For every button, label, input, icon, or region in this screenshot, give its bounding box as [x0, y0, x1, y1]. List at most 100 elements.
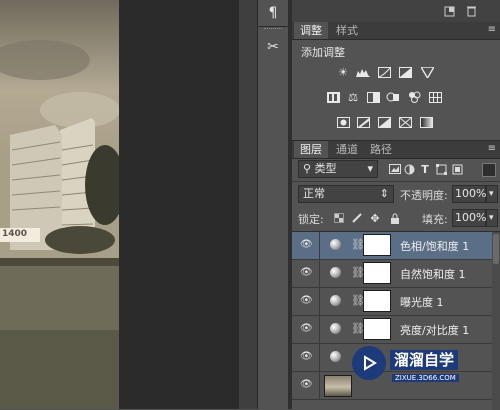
visibility-toggle[interactable]: 👁	[292, 232, 320, 259]
color-balance-icon[interactable]: ⚖	[346, 91, 360, 104]
layers-menu-icon[interactable]: ≡	[488, 143, 496, 154]
layer-name[interactable]: 色相/饱和度 1	[400, 238, 469, 254]
dock-grip[interactable]	[264, 28, 282, 32]
invert-icon[interactable]	[336, 116, 350, 128]
color-lookup-icon[interactable]	[428, 91, 442, 103]
lock-all-icon[interactable]	[388, 211, 402, 225]
fill-label: 填充:	[422, 213, 448, 226]
adjustments-tabbar: 调整 样式 ≡	[292, 22, 500, 40]
filter-type-icon[interactable]: T	[418, 162, 432, 176]
posterize-icon[interactable]	[356, 116, 370, 128]
tab-styles[interactable]: 样式	[330, 22, 364, 39]
filter-shape-icon[interactable]	[434, 162, 448, 176]
chevron-down-icon: ▾	[367, 162, 373, 175]
black-white-icon[interactable]	[366, 91, 380, 103]
scrollbar-thumb[interactable]	[493, 234, 499, 264]
exposure-icon[interactable]	[398, 66, 412, 78]
lock-move-icon[interactable]: ✥	[368, 211, 382, 225]
layer-mask-thumbnail[interactable]	[363, 234, 391, 256]
city-photo	[0, 0, 119, 409]
chevron-updown-icon: ⇕	[379, 187, 389, 200]
filter-smart-object-icon[interactable]	[450, 162, 464, 176]
visibility-toggle[interactable]: 👁	[292, 344, 320, 371]
opacity-label: 不透明度:	[400, 189, 448, 202]
layer-row[interactable]: 👁 ⛓ 自然饱和度 1	[292, 260, 492, 288]
adjustment-layer-icon	[330, 323, 341, 334]
layer-name[interactable]: 曝光度 1	[400, 294, 444, 310]
tab-layers[interactable]: 图层	[294, 141, 328, 158]
eye-icon: 👁	[300, 239, 313, 250]
adjustment-layer-icon	[330, 267, 341, 278]
tab-adjustments[interactable]: 调整	[294, 22, 328, 39]
adjustments-panel: 调整 样式 ≡ 添加调整 ☀ ⚖	[292, 22, 500, 137]
vibrance-icon[interactable]	[420, 66, 434, 78]
watermark-subtitle: ZIXUE.3D66.COM	[392, 374, 459, 382]
adjustment-layer-icon	[330, 239, 341, 250]
panel-dock-strip: ¶ ✂	[257, 0, 289, 409]
blend-mode-select[interactable]: 正常 ⇕	[298, 185, 394, 203]
watermark: 溜溜自学 ZIXUE.3D66.COM	[352, 344, 472, 392]
brightness-contrast-icon[interactable]: ☀	[336, 66, 350, 79]
curves-icon[interactable]	[377, 66, 391, 78]
gradient-map-icon[interactable]	[419, 116, 433, 128]
eye-icon: 👁	[300, 295, 313, 306]
watermark-title: 溜溜自学	[390, 350, 459, 370]
filter-toggle[interactable]	[482, 163, 496, 177]
layer-filter-select[interactable]: ⚲ 类型 ▾	[298, 160, 378, 178]
adjustment-layer-icon	[330, 295, 341, 306]
adjustment-layer-icon	[330, 351, 341, 362]
sign-text: 1400	[2, 229, 28, 239]
paragraph-icon[interactable]: ¶	[258, 0, 288, 27]
layer-name[interactable]: 亮度/对比度 1	[400, 322, 469, 338]
levels-icon[interactable]	[356, 66, 370, 78]
layer-row[interactable]: 👁 ⛓ 色相/饱和度 1	[292, 232, 492, 260]
layer-row[interactable]: 👁 ⛓ 亮度/对比度 1	[292, 316, 492, 344]
eye-icon: 👁	[300, 351, 313, 362]
tab-paths[interactable]: 路径	[364, 141, 398, 158]
selective-color-icon[interactable]	[398, 116, 412, 128]
visibility-toggle[interactable]: 👁	[292, 260, 320, 287]
search-icon: ⚲	[303, 162, 312, 175]
fill-input[interactable]: 100%	[452, 209, 486, 227]
panel-menu-icon[interactable]: ≡	[488, 24, 496, 35]
scissors-icon[interactable]: ✂	[258, 34, 288, 60]
opacity-dropdown[interactable]: ▾	[486, 185, 498, 203]
lock-brush-icon[interactable]	[350, 211, 364, 225]
channel-mixer-icon[interactable]	[407, 91, 421, 103]
panel-top-strip	[292, 0, 500, 23]
layer-mask-thumbnail[interactable]	[363, 262, 391, 284]
opacity-input[interactable]: 100%	[452, 185, 486, 203]
layers-tabbar: 图层 通道 路径 ≡	[292, 141, 500, 159]
lock-label: 锁定:	[298, 213, 324, 226]
layer-filter-label: 类型	[314, 162, 337, 175]
tab-channels[interactable]: 通道	[330, 141, 364, 158]
threshold-icon[interactable]	[377, 116, 391, 128]
fill-dropdown[interactable]: ▾	[486, 209, 498, 227]
new-adjustment-icon[interactable]	[442, 4, 456, 18]
divider	[292, 181, 500, 182]
lock-transparent-icon[interactable]	[332, 211, 346, 225]
blend-mode-value: 正常	[303, 187, 325, 200]
trash-icon[interactable]	[464, 4, 478, 18]
eye-icon: 👁	[300, 379, 313, 390]
eye-icon: 👁	[300, 267, 313, 278]
layer-name[interactable]: 自然饱和度 1	[400, 266, 466, 282]
dock-divider	[239, 0, 257, 409]
visibility-toggle[interactable]: 👁	[292, 288, 320, 315]
watermark-logo-icon	[352, 346, 386, 380]
photo-filter-icon[interactable]	[386, 91, 400, 103]
canvas-image[interactable]: 1400	[0, 0, 119, 409]
hue-saturation-icon[interactable]	[326, 91, 340, 103]
adjustments-title: 添加调整	[301, 46, 345, 59]
layer-row[interactable]: 👁 ⛓ 曝光度 1	[292, 288, 492, 316]
visibility-toggle[interactable]: 👁	[292, 316, 320, 343]
eye-icon: 👁	[300, 323, 313, 334]
filter-pixel-icon[interactable]	[388, 162, 402, 176]
layer-mask-thumbnail[interactable]	[363, 318, 391, 340]
layer-image-thumbnail[interactable]	[324, 375, 352, 397]
visibility-toggle[interactable]: 👁	[292, 372, 320, 399]
canvas-pasteboard	[119, 0, 239, 409]
layer-mask-thumbnail[interactable]	[363, 290, 391, 312]
layers-scrollbar[interactable]	[492, 232, 500, 410]
filter-adjustment-icon[interactable]	[402, 162, 416, 176]
